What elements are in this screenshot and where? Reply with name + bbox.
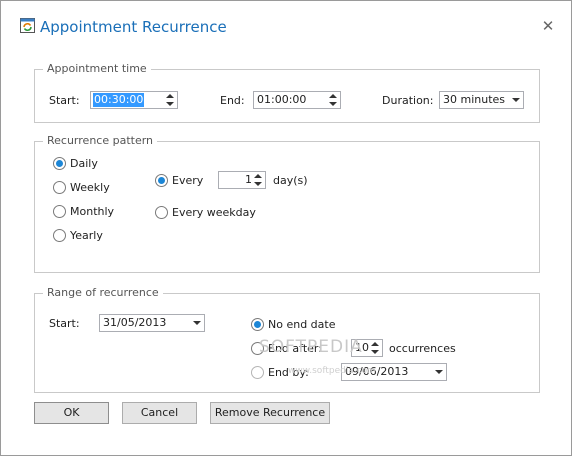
duration-select[interactable]: 30 minutes xyxy=(439,91,524,109)
spin-down-icon[interactable] xyxy=(166,102,174,106)
range-start-date-value: 31/05/2013 xyxy=(103,316,167,329)
radio-no-end-date[interactable] xyxy=(251,318,264,331)
radio-yearly[interactable] xyxy=(53,229,66,242)
appointment-time-legend: Appointment time xyxy=(43,62,151,76)
end-after-spinner[interactable] xyxy=(368,340,382,356)
recurrence-pattern-legend: Recurrence pattern xyxy=(43,134,158,148)
radio-end-by[interactable] xyxy=(251,366,264,379)
radio-monthly-label[interactable]: Monthly xyxy=(70,205,114,219)
duration-value: 30 minutes xyxy=(443,93,506,106)
spin-down-icon[interactable] xyxy=(371,350,379,354)
spin-down-icon[interactable] xyxy=(254,182,262,186)
close-icon[interactable]: ✕ xyxy=(540,18,556,34)
title-bar: Appointment Recurrence ✕ xyxy=(1,1,571,45)
radio-monthly[interactable] xyxy=(53,205,66,218)
radio-yearly-label[interactable]: Yearly xyxy=(70,229,103,243)
every-unit-label: day(s) xyxy=(273,174,308,187)
watermark-url: www.softpedia.com xyxy=(288,366,376,376)
dialog-title: Appointment Recurrence xyxy=(40,18,227,36)
radio-weekly[interactable] xyxy=(53,181,66,194)
start-time-label: Start: xyxy=(49,94,80,107)
end-time-value: 01:00:00 xyxy=(257,93,307,106)
chevron-down-icon[interactable] xyxy=(512,98,520,102)
range-legend: Range of recurrence xyxy=(43,286,163,300)
chevron-down-icon[interactable] xyxy=(193,321,201,325)
end-time-label: End: xyxy=(220,94,245,107)
duration-label: Duration: xyxy=(382,94,434,107)
range-start-date-select[interactable]: 31/05/2013 xyxy=(99,314,205,332)
spin-up-icon[interactable] xyxy=(371,342,379,346)
end-time-spinner[interactable] xyxy=(326,92,340,108)
start-time-value: 00:30:00 xyxy=(93,93,145,107)
watermark: SOFTPEDIA xyxy=(259,337,363,357)
radio-every-weekday[interactable] xyxy=(155,206,168,219)
spin-down-icon[interactable] xyxy=(329,102,337,106)
no-end-date-label[interactable]: No end date xyxy=(268,318,335,332)
radio-daily-label[interactable]: Daily xyxy=(70,157,98,171)
every-days-spinner[interactable] xyxy=(251,172,265,188)
appointment-recurrence-dialog: Appointment Recurrence ✕ Appointment tim… xyxy=(0,0,572,456)
cancel-button[interactable]: Cancel xyxy=(122,402,197,424)
radio-weekly-label[interactable]: Weekly xyxy=(70,181,110,195)
end-time-input[interactable]: 01:00:00 xyxy=(253,91,341,109)
ok-button[interactable]: OK xyxy=(34,402,109,424)
start-time-spinner[interactable] xyxy=(163,92,177,108)
range-start-label: Start: xyxy=(49,317,80,330)
radio-daily[interactable] xyxy=(53,157,66,170)
occurrences-label: occurrences xyxy=(389,342,456,355)
every-weekday-label[interactable]: Every weekday xyxy=(172,206,256,220)
spin-up-icon[interactable] xyxy=(166,94,174,98)
chevron-down-icon[interactable] xyxy=(435,370,443,374)
recurrence-app-icon xyxy=(20,18,35,33)
radio-every-n-days[interactable] xyxy=(155,174,168,187)
spin-up-icon[interactable] xyxy=(254,174,262,178)
every-label[interactable]: Every xyxy=(172,174,203,188)
remove-recurrence-button[interactable]: Remove Recurrence xyxy=(210,402,330,424)
every-days-input[interactable]: 1 xyxy=(218,171,266,189)
spin-up-icon[interactable] xyxy=(329,94,337,98)
start-time-input[interactable]: 00:30:00 xyxy=(90,91,178,109)
